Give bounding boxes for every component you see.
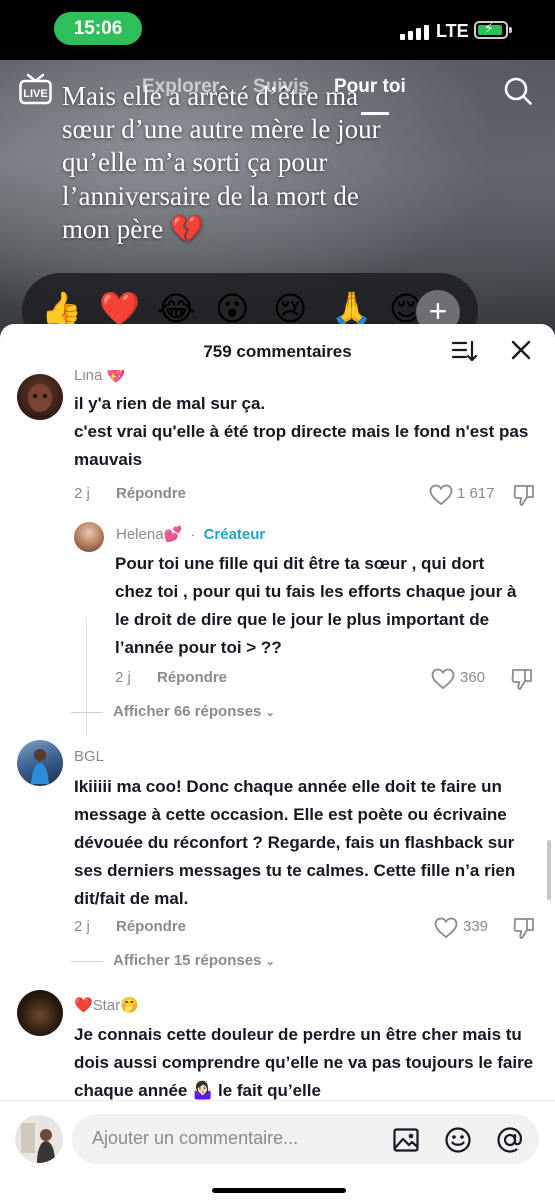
close-icon[interactable]	[510, 339, 532, 361]
avatar[interactable]	[74, 522, 104, 552]
reply-username[interactable]: Helena💕	[116, 526, 182, 543]
emoji-icon[interactable]	[444, 1126, 472, 1154]
comments-sheet: 759 commentaires Lina 💖 il y'a rien de m…	[0, 324, 555, 1200]
avatar[interactable]	[17, 990, 63, 1036]
heart-icon[interactable]	[434, 917, 458, 939]
user-avatar[interactable]	[15, 1115, 63, 1163]
comment-date: 2 j	[74, 485, 90, 502]
comment-text: Ikiiiii ma coo! Donc chaque année elle d…	[74, 777, 516, 908]
battery-icon: ⚡	[474, 20, 512, 39]
search-icon[interactable]	[503, 76, 533, 106]
comment-date: 2 j	[74, 918, 90, 935]
like-count: 360	[460, 669, 486, 686]
view-replies-label[interactable]: Afficher 66 réponses	[113, 703, 261, 720]
top-navigation: Explorer Suivis Pour toi	[0, 76, 555, 106]
home-indicator	[212, 1188, 346, 1193]
comment-text: Pour toi une fille qui dit être ta sœur …	[115, 554, 517, 657]
comment-input-bar: Ajouter un commentaire...	[0, 1100, 555, 1200]
like-count: 1 617	[457, 485, 495, 502]
image-icon[interactable]	[392, 1126, 420, 1154]
comment-username[interactable]: ❤️Star🤭	[74, 996, 139, 1014]
heart-icon[interactable]	[431, 668, 455, 690]
emoji-surprised[interactable]: 😮	[215, 289, 249, 329]
reply-button[interactable]: Répondre	[116, 485, 186, 502]
mention-icon[interactable]	[496, 1126, 524, 1154]
reply-thread-line	[86, 617, 87, 737]
scrollbar[interactable]	[547, 840, 551, 900]
network-type: LTE	[436, 21, 469, 41]
emoji-crying[interactable]: 😢	[273, 289, 307, 329]
username-separator: ·	[190, 526, 196, 543]
comment-text: il y'a rien de mal sur ça. c'est vrai qu…	[74, 394, 529, 469]
comment-username[interactable]: Helena💕 · Créateur	[116, 525, 265, 543]
status-time: 15:06	[54, 12, 142, 45]
dislike-icon[interactable]	[512, 916, 536, 940]
tab-explorer[interactable]: Explorer	[142, 76, 219, 98]
emoji-praying-hands[interactable]: 🙏	[331, 289, 372, 329]
sort-icon[interactable]	[452, 339, 478, 363]
view-replies-button[interactable]: Afficher 15 réponses ⌄	[71, 952, 275, 969]
comment-date: 2 j	[115, 669, 131, 686]
comment-text: Je connais cette douleur de perdre un êt…	[74, 1025, 534, 1100]
heart-icon[interactable]	[429, 484, 453, 506]
creator-badge: Créateur	[203, 526, 266, 543]
reply-button[interactable]: Répondre	[116, 918, 186, 935]
tab-suivis[interactable]: Suivis	[253, 76, 309, 98]
comment-username[interactable]: BGL	[74, 748, 104, 765]
comments-list[interactable]: Lina 💖 il y'a rien de mal sur ça. c'est …	[0, 370, 555, 1103]
dislike-icon[interactable]	[512, 483, 536, 507]
emoji-heart[interactable]: ❤️	[99, 289, 140, 329]
view-replies-label[interactable]: Afficher 15 réponses	[113, 952, 261, 969]
emoji-thumbs-up[interactable]: 👍	[41, 289, 82, 329]
signal-icon	[400, 24, 429, 40]
chevron-down-icon: ⌄	[265, 707, 275, 719]
dislike-icon[interactable]	[510, 667, 534, 691]
comment-input[interactable]: Ajouter un commentaire...	[72, 1114, 539, 1164]
status-bar: 15:06 LTE ⚡	[0, 0, 555, 60]
comment-username[interactable]: Lina 💖	[74, 370, 125, 384]
tab-pour-toi[interactable]: Pour toi	[334, 76, 406, 98]
avatar[interactable]	[17, 374, 63, 420]
reply-button[interactable]: Répondre	[157, 669, 227, 686]
comment-input-placeholder[interactable]: Ajouter un commentaire...	[92, 1128, 298, 1149]
like-count: 339	[463, 918, 489, 935]
view-replies-button[interactable]: Afficher 66 réponses ⌄	[71, 703, 275, 720]
active-tab-indicator	[361, 112, 389, 115]
emoji-laughing[interactable]: 😂	[157, 289, 196, 329]
avatar[interactable]	[17, 740, 63, 786]
chevron-down-icon: ⌄	[265, 956, 275, 968]
